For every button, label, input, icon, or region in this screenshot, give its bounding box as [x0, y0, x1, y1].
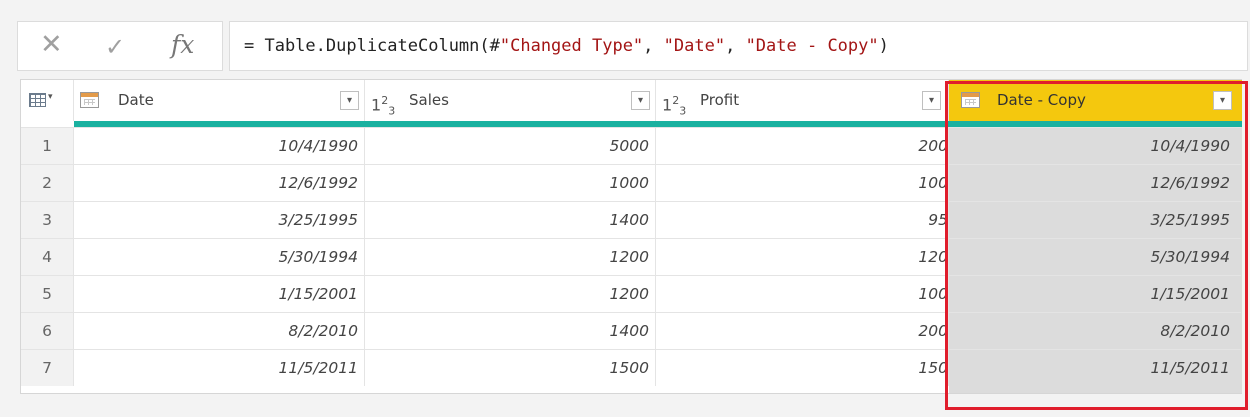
cell-date-copy[interactable]: 11/5/2011 [949, 350, 1242, 386]
formula-arg-column: "Date" [663, 36, 726, 56]
cell-date-copy[interactable]: 3/25/1995 [949, 202, 1242, 238]
cell-date-copy[interactable]: 1/15/2001 [949, 276, 1242, 312]
cell-profit[interactable]: 200 [656, 313, 949, 349]
column-header-date[interactable]: Date ▾ [74, 80, 365, 121]
cell-sales[interactable]: 1000 [365, 165, 656, 201]
row-number[interactable]: 6 [21, 313, 74, 349]
formula-arg-new-name: "Date - Copy" [745, 36, 879, 56]
column-header-label: Date [118, 91, 154, 109]
formula-sep: , [643, 36, 664, 56]
cell-sales[interactable]: 1400 [365, 313, 656, 349]
confirm-icon[interactable]: ✓ [105, 32, 125, 62]
cell-date-copy[interactable]: 12/6/1992 [949, 165, 1242, 201]
table-row: 4 5/30/1994 1200 120 5/30/1994 [21, 238, 1241, 275]
fx-icon[interactable]: fx [171, 30, 194, 60]
table-menu-button[interactable]: ▾ [21, 80, 74, 121]
row-number[interactable]: 2 [21, 165, 74, 201]
cell-date[interactable]: 1/15/2001 [74, 276, 365, 312]
formula-bar-controls: ✕ ✓ fx [17, 21, 223, 71]
dropdown-arrow-icon[interactable]: ▾ [631, 91, 650, 110]
column-header-label: Profit [700, 91, 740, 109]
formula-sep: , [725, 36, 746, 56]
cell-date[interactable]: 11/5/2011 [74, 350, 365, 386]
cell-sales[interactable]: 1400 [365, 202, 656, 238]
row-number[interactable]: 5 [21, 276, 74, 312]
formula-prefix: = Table.DuplicateColumn(# [244, 36, 500, 56]
data-grid: ▾ Date ▾ 123 Sales ▾ 123 Profit ▾ Date -… [20, 79, 1242, 394]
column-header-date-copy[interactable]: Date - Copy ▾ [949, 80, 1242, 121]
table-row: 3 3/25/1995 1400 95 3/25/1995 [21, 201, 1241, 238]
row-number[interactable]: 7 [21, 350, 74, 386]
table-row: 5 1/15/2001 1200 100 1/15/2001 [21, 275, 1241, 312]
dropdown-arrow-icon[interactable]: ▾ [922, 91, 941, 110]
table-row: 1 10/4/1990 5000 200 10/4/1990 [21, 127, 1241, 164]
row-number[interactable]: 3 [21, 202, 74, 238]
dropdown-arrow-icon[interactable]: ▾ [340, 91, 359, 110]
formula-suffix: ) [878, 36, 889, 56]
column-header-sales[interactable]: 123 Sales ▾ [365, 80, 656, 121]
column-header-row: ▾ Date ▾ 123 Sales ▾ 123 Profit ▾ Date -… [21, 80, 1242, 121]
cancel-icon[interactable]: ✕ [40, 30, 63, 60]
cell-profit[interactable]: 100 [656, 276, 949, 312]
column-header-label: Sales [409, 91, 449, 109]
calendar-icon[interactable] [80, 92, 99, 108]
table-row: 6 8/2/2010 1400 200 8/2/2010 [21, 312, 1241, 349]
cell-sales[interactable]: 1500 [365, 350, 656, 386]
chevron-down-icon: ▾ [48, 92, 53, 102]
table-row: 2 12/6/1992 1000 100 12/6/1992 [21, 164, 1241, 201]
formula-input[interactable]: = Table.DuplicateColumn(#"Changed Type",… [229, 21, 1248, 71]
cell-profit[interactable]: 200 [656, 128, 949, 164]
cell-date[interactable]: 5/30/1994 [74, 239, 365, 275]
cell-sales[interactable]: 1200 [365, 276, 656, 312]
cell-sales[interactable]: 1200 [365, 239, 656, 275]
column-header-profit[interactable]: 123 Profit ▾ [656, 80, 949, 121]
cell-profit[interactable]: 95 [656, 202, 949, 238]
table-icon [29, 93, 46, 107]
cell-date[interactable]: 8/2/2010 [74, 313, 365, 349]
cell-sales[interactable]: 5000 [365, 128, 656, 164]
row-number[interactable]: 4 [21, 239, 74, 275]
table-row: 7 11/5/2011 1500 150 11/5/2011 [21, 349, 1241, 386]
cell-date-copy[interactable]: 10/4/1990 [949, 128, 1242, 164]
cell-profit[interactable]: 100 [656, 165, 949, 201]
cell-profit[interactable]: 150 [656, 350, 949, 386]
column-header-label: Date - Copy [997, 91, 1086, 109]
cell-date[interactable]: 10/4/1990 [74, 128, 365, 164]
cell-date-copy[interactable]: 5/30/1994 [949, 239, 1242, 275]
row-number[interactable]: 1 [21, 128, 74, 164]
cell-date[interactable]: 12/6/1992 [74, 165, 365, 201]
cell-profit[interactable]: 120 [656, 239, 949, 275]
dropdown-arrow-icon[interactable]: ▾ [1213, 91, 1232, 110]
cell-date[interactable]: 3/25/1995 [74, 202, 365, 238]
formula-arg-table: "Changed Type" [499, 36, 644, 56]
calendar-icon[interactable] [961, 92, 980, 108]
cell-date-copy[interactable]: 8/2/2010 [949, 313, 1242, 349]
